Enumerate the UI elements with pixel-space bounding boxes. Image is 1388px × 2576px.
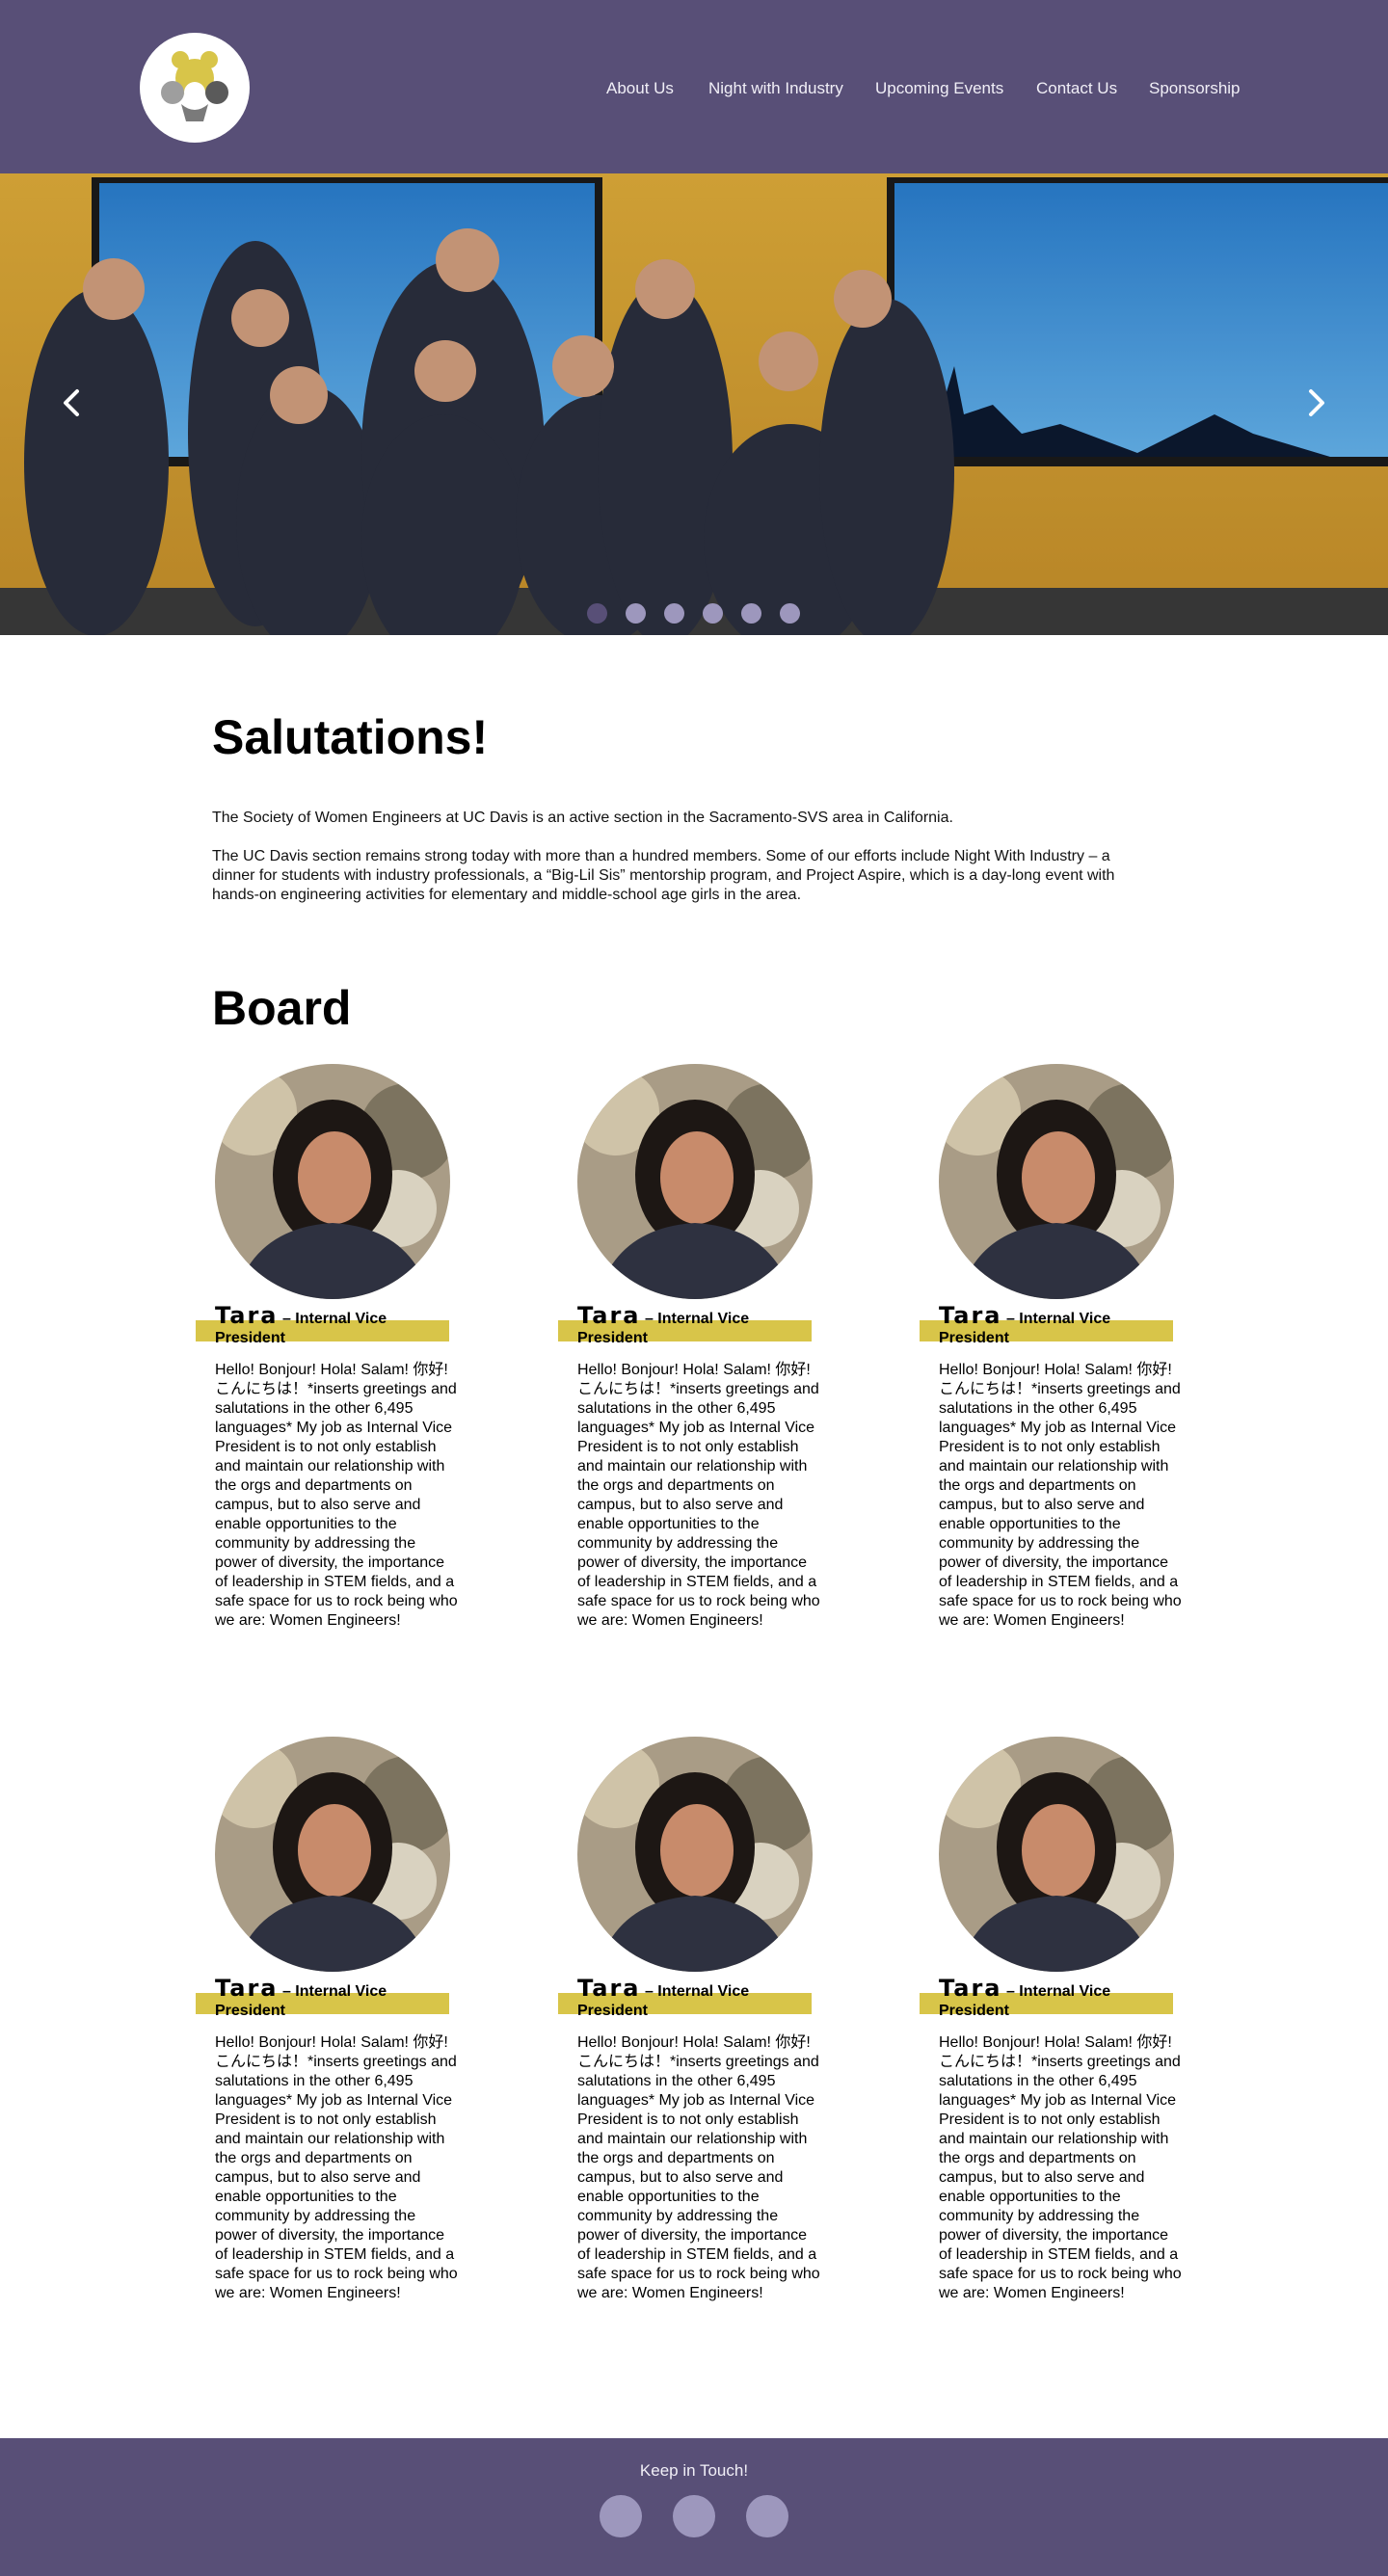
carousel-indicators xyxy=(0,603,1388,624)
intro-paragraph-1: The Society of Women Engineers at UC Dav… xyxy=(212,810,953,826)
intro-paragraph-2: The UC Davis section remains strong toda… xyxy=(212,848,1115,903)
board-heading: Board xyxy=(212,981,352,1035)
board-member-card: Tara – Internal Vice President Hello! Bo… xyxy=(920,1737,1187,2353)
site-header: About Us Night with Industry Upcoming Ev… xyxy=(0,0,1388,173)
member-photo xyxy=(215,1737,450,1972)
member-photo xyxy=(939,1737,1174,1972)
intro-heading: Salutations! xyxy=(212,710,489,764)
member-bio: Hello! Bonjour! Hola! Salam! 你好! こんにちは！*… xyxy=(577,2034,820,2301)
nav-upcoming-events[interactable]: Upcoming Events xyxy=(875,79,1003,98)
social-icon-3[interactable] xyxy=(746,2495,788,2537)
member-name: Tara xyxy=(215,1302,279,1329)
carousel-dot-1[interactable] xyxy=(587,603,607,624)
board-member-card: Tara – Internal Vice President Hello! Bo… xyxy=(920,1064,1187,1681)
nav-contact-us[interactable]: Contact Us xyxy=(1036,79,1117,98)
site-footer: Keep in Touch! xyxy=(0,2438,1388,2576)
member-name-role: Tara – Internal Vice President xyxy=(215,1975,456,2021)
member-name: Tara xyxy=(939,1975,1002,2002)
social-icon-1[interactable] xyxy=(600,2495,642,2537)
chevron-right-icon xyxy=(1309,389,1324,416)
member-bio: Hello! Bonjour! Hola! Salam! 你好! こんにちは！*… xyxy=(577,1362,820,1629)
footer-title: Keep in Touch! xyxy=(639,2461,749,2480)
nav-night-with-industry[interactable]: Night with Industry xyxy=(708,79,843,98)
nav-about-us[interactable]: About Us xyxy=(606,79,674,98)
member-bio: Hello! Bonjour! Hola! Salam! 你好! こんにちは！*… xyxy=(939,2034,1182,2301)
hero-carousel xyxy=(0,173,1388,635)
carousel-next-button[interactable] xyxy=(1299,384,1334,422)
board-member-card: Tara – Internal Vice President Hello! Bo… xyxy=(196,1737,463,2353)
member-bio: Hello! Bonjour! Hola! Salam! 你好! こんにちは！*… xyxy=(215,1362,458,1629)
member-name: Tara xyxy=(577,1302,641,1329)
carousel-dot-5[interactable] xyxy=(741,603,761,624)
member-name: Tara xyxy=(577,1975,641,2002)
board-member-card: Tara – Internal Vice President Hello! Bo… xyxy=(558,1064,825,1681)
carousel-dot-3[interactable] xyxy=(664,603,684,624)
social-icon-2[interactable] xyxy=(673,2495,715,2537)
member-photo xyxy=(577,1064,813,1299)
member-name-role: Tara – Internal Vice President xyxy=(577,1975,818,2021)
nav-sponsorship[interactable]: Sponsorship xyxy=(1149,79,1241,98)
member-name-role: Tara – Internal Vice President xyxy=(577,1304,818,1348)
member-photo xyxy=(215,1064,450,1299)
carousel-dot-4[interactable] xyxy=(703,603,723,624)
member-name-role: Tara – Internal Vice President xyxy=(939,1304,1180,1348)
member-name-role: Tara – Internal Vice President xyxy=(939,1975,1180,2021)
chevron-left-icon xyxy=(64,389,79,416)
member-photo xyxy=(577,1737,813,1972)
hero-photo xyxy=(0,173,1388,635)
member-photo xyxy=(939,1064,1174,1299)
member-name: Tara xyxy=(215,1975,279,2002)
member-bio: Hello! Bonjour! Hola! Salam! 你好! こんにちは！*… xyxy=(939,1362,1182,1629)
board-member-card: Tara – Internal Vice President Hello! Bo… xyxy=(196,1064,463,1681)
carousel-prev-button[interactable] xyxy=(54,384,89,422)
carousel-dot-2[interactable] xyxy=(626,603,646,624)
carousel-dot-6[interactable] xyxy=(780,603,800,624)
member-bio: Hello! Bonjour! Hola! Salam! 你好! こんにちは！*… xyxy=(215,2034,458,2301)
main-nav: About Us Night with Industry Upcoming Ev… xyxy=(0,79,1388,100)
member-name: Tara xyxy=(939,1302,1002,1329)
member-name-role: Tara – Internal Vice President xyxy=(215,1304,456,1348)
board-member-card: Tara – Internal Vice President Hello! Bo… xyxy=(558,1737,825,2353)
